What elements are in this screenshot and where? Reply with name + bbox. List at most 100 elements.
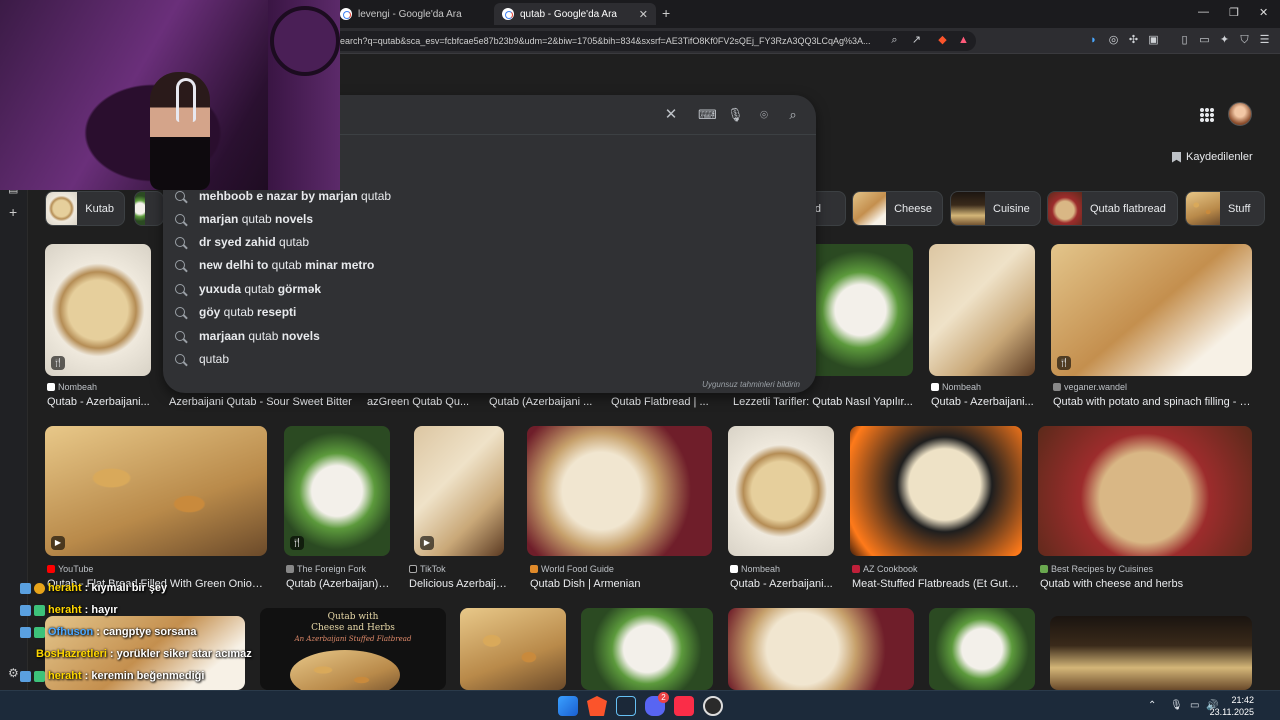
bookmark-icon — [1172, 151, 1181, 163]
chip-thumbnail — [853, 192, 887, 225]
report-predictions-link[interactable]: Uygunsuz tahminleri bildirin — [702, 380, 800, 389]
extension-icon[interactable]: ◎ — [1107, 34, 1120, 47]
chip-cheese[interactable]: Cheese — [852, 191, 943, 226]
search-icon — [175, 330, 185, 341]
keyboard-icon[interactable]: ⌨ — [698, 107, 717, 123]
image-result[interactable]: 🍴 — [45, 244, 151, 376]
tab-levengi[interactable]: levengi - Google'da Ara — [332, 3, 492, 25]
saved-link[interactable]: Kaydedilenler — [1172, 151, 1253, 163]
chip-partial[interactable] — [134, 191, 164, 226]
result-title[interactable]: Qutab Dish | Armenian — [530, 578, 710, 590]
clear-search-icon[interactable]: ✕ — [663, 107, 679, 123]
chip-stuff[interactable]: Stuff — [1185, 191, 1265, 226]
image-result[interactable]: ▶ — [45, 426, 267, 556]
menu-icon[interactable]: ☰ — [1258, 34, 1271, 47]
lens-camera-icon[interactable]: ⌾ — [756, 107, 772, 123]
tab-close-icon[interactable]: ✕ — [639, 8, 648, 21]
discord-icon[interactable]: 2 — [645, 692, 669, 716]
share-icon[interactable]: ↗ — [910, 34, 923, 47]
suggestion-item[interactable]: dr syed zahid qutab — [163, 230, 816, 253]
add-panel-icon[interactable]: + — [9, 204, 17, 220]
search-icon[interactable]: ⌕ — [785, 107, 801, 123]
image-result[interactable] — [527, 426, 712, 556]
system-clock[interactable]: 21:42 23.11.2025 — [1210, 694, 1254, 718]
microphone-tray-icon[interactable]: 🎙 — [1170, 700, 1183, 711]
image-result[interactable] — [728, 426, 834, 556]
microphone-icon[interactable]: 🎙 — [727, 107, 744, 123]
chat-user: heraht — [48, 582, 82, 594]
result-title[interactable]: Qutab (Azerbaijani ... — [489, 396, 593, 408]
suggestion-item[interactable]: qutab — [163, 347, 816, 370]
result-title[interactable]: Qutab - Azerbaijani... — [730, 578, 834, 590]
close-window-button[interactable]: ✕ — [1259, 6, 1268, 19]
source-label: The Foreign Fork — [286, 564, 366, 574]
brave-shields-icon[interactable]: ◆ — [936, 34, 949, 47]
image-result[interactable]: 🍴 — [284, 426, 390, 556]
vpn-icon[interactable]: ⛉ — [1238, 34, 1251, 47]
result-title[interactable]: Qutab (Azerbaijan):... — [286, 578, 390, 590]
tab-qutab[interactable]: qutab - Google'da Ara ✕ — [494, 3, 656, 25]
minimize-button[interactable]: — — [1198, 6, 1209, 18]
restore-button[interactable]: ❐ — [1229, 6, 1239, 19]
chip-kutab[interactable]: Kutab — [45, 191, 125, 226]
music-icon[interactable] — [674, 696, 694, 716]
puzzle-icon[interactable]: ✣ — [1127, 34, 1140, 47]
result-title[interactable]: Azerbaijani Qutab - Sour Sweet Bitter — [169, 396, 354, 408]
brave-rewards-icon[interactable]: ▲ — [957, 34, 970, 47]
wallet-icon[interactable]: ▭ — [1198, 34, 1211, 47]
image-result[interactable] — [1050, 616, 1252, 690]
audio-icon[interactable]: ◗ — [1087, 34, 1100, 47]
chip-thumbnail — [1186, 192, 1220, 225]
tray-chevron-icon[interactable]: ⌃ — [1148, 700, 1156, 711]
image-result[interactable]: 🍴 — [1051, 244, 1252, 376]
clock-date: 23.11.2025 — [1209, 707, 1254, 717]
result-title[interactable]: Delicious Azerbaija... — [409, 578, 509, 590]
windows-start-icon[interactable] — [558, 696, 578, 716]
source-label: World Food Guide — [530, 564, 614, 574]
media-icon[interactable]: ▣ — [1147, 34, 1160, 47]
zoom-icon[interactable]: ⌕ — [888, 34, 901, 47]
leo-icon[interactable]: ✦ — [1218, 34, 1231, 47]
suggestion-item[interactable]: new delhi to qutab minar metro — [163, 253, 816, 276]
chip-qutab-flatbread[interactable]: Qutab flatbread — [1047, 191, 1178, 226]
chip-cuisine[interactable]: Cuisine — [950, 191, 1041, 226]
recipe-icon: 🍴 — [290, 536, 304, 550]
chip-thumbnail — [951, 192, 985, 225]
source-label: Nombeah — [730, 564, 780, 574]
suggestion-item[interactable]: göy qutab resepti — [163, 300, 816, 323]
suggestion-item[interactable]: marjan qutab novels — [163, 207, 816, 230]
headset-icon — [176, 78, 196, 122]
result-title[interactable]: Qutab - Azerbaijani... — [47, 396, 151, 408]
image-result[interactable] — [728, 608, 914, 690]
new-tab-button[interactable]: + — [662, 5, 670, 21]
suggestion-item[interactable]: marjaan qutab novels — [163, 324, 816, 347]
result-title[interactable]: Lezzetli Tarifler: Qutab Nasıl Yapılır..… — [733, 396, 913, 408]
suggestion-item[interactable]: yuxuda qutab görmək — [163, 277, 816, 300]
steam-icon[interactable] — [616, 696, 636, 716]
chat-user: BosHazretleri — [36, 648, 107, 660]
network-icon[interactable]: ▭ — [1190, 700, 1199, 711]
image-result[interactable] — [929, 244, 1035, 376]
obs-icon[interactable] — [703, 696, 723, 716]
image-result[interactable] — [850, 426, 1022, 556]
sidebar-toggle-icon[interactable]: ▯ — [1178, 34, 1191, 47]
discord-badge: 2 — [658, 692, 669, 703]
result-title[interactable]: Qutab with potato and spinach filling - … — [1053, 396, 1252, 408]
google-apps-icon[interactable] — [1200, 108, 1214, 122]
brave-browser-icon[interactable] — [587, 696, 607, 716]
image-result[interactable] — [808, 244, 913, 376]
result-title[interactable]: Qutab with cheese and herbs — [1040, 578, 1252, 590]
account-avatar[interactable] — [1228, 102, 1252, 126]
image-result[interactable] — [581, 608, 713, 690]
result-title[interactable]: Qutab Flatbread | ... — [611, 396, 715, 408]
image-result[interactable] — [460, 608, 566, 690]
result-title[interactable]: Meat-Stuffed Flatbreads (Et Guta... — [852, 578, 1022, 590]
address-bar[interactable]: earch?q=qutab&sca_esv=fcbfcae5e87b23b9&u… — [330, 31, 976, 51]
result-title[interactable]: Qutab - Azerbaijani... — [931, 396, 1035, 408]
image-result[interactable]: ▶ — [414, 426, 504, 556]
settings-gear-icon[interactable]: ⚙ — [8, 666, 19, 680]
image-result[interactable] — [1038, 426, 1252, 556]
image-result[interactable]: Qutab with Cheese and Herbs An Azerbaija… — [260, 608, 446, 690]
image-result[interactable] — [929, 608, 1035, 690]
result-title[interactable]: azGreen Qutab Qu... — [367, 396, 470, 408]
